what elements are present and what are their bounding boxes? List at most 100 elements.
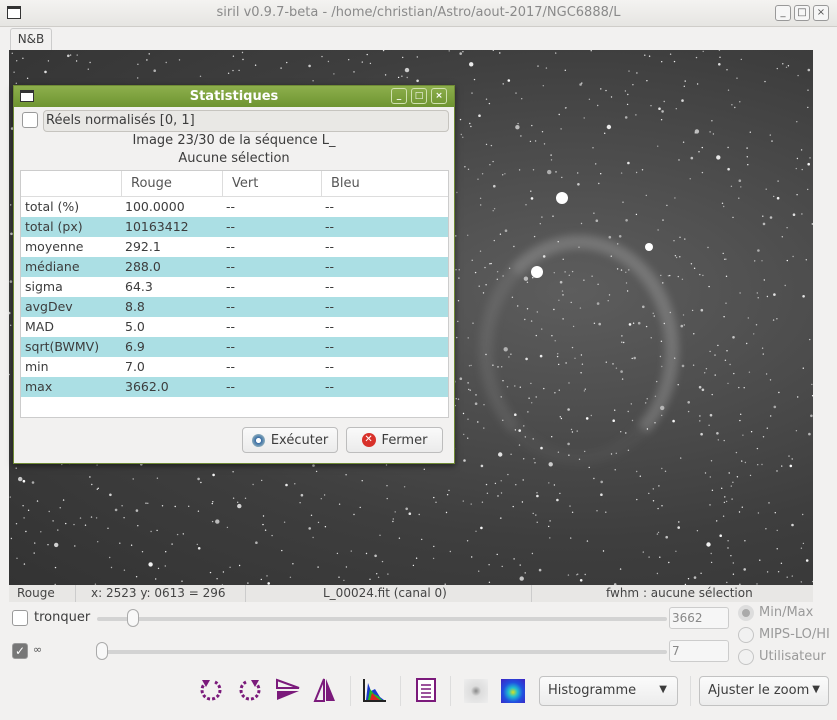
table-cell: -- xyxy=(226,199,236,214)
chevron-down-icon: ▼ xyxy=(812,684,820,695)
execute-button[interactable]: Exécuter xyxy=(242,427,338,453)
table-row: total (%) 100.0000 -- -- xyxy=(21,197,448,217)
zoom-select[interactable]: Ajuster le zoom ▼ xyxy=(699,676,829,706)
false-color-icon[interactable] xyxy=(501,679,525,703)
low-slider-knob[interactable] xyxy=(96,642,108,660)
column-header[interactable]: Bleu xyxy=(331,176,360,191)
table-row: max 3662.0 -- -- xyxy=(21,377,448,397)
chevron-down-icon: ▼ xyxy=(659,684,667,695)
table-cell: -- xyxy=(325,319,335,334)
table-row: moyenne 292.1 -- -- xyxy=(21,237,448,257)
close-button[interactable]: × xyxy=(813,5,829,21)
image-info: Image 23/30 de la séquence L_ xyxy=(132,133,336,148)
radio-mips-label: MIPS-LO/HI xyxy=(759,627,830,642)
table-cell: avgDev xyxy=(25,299,73,314)
histogram-icon[interactable] xyxy=(362,677,388,703)
grayscale-colormap-icon[interactable] xyxy=(464,679,488,703)
table-cell: 64.3 xyxy=(125,279,153,294)
status-fwhm: fwhm : aucune sélection xyxy=(606,586,753,600)
minimize-button[interactable]: _ xyxy=(775,5,791,21)
radio-user[interactable] xyxy=(738,649,754,665)
table-cell: sqrt(BWMV) xyxy=(25,339,100,354)
table-cell: médiane xyxy=(25,259,80,274)
table-cell: -- xyxy=(226,279,236,294)
table-cell: 288.0 xyxy=(125,259,161,274)
mirror-x-icon[interactable] xyxy=(275,677,301,703)
table-row: médiane 288.0 -- -- xyxy=(21,257,448,277)
column-header[interactable]: Rouge xyxy=(131,176,172,191)
table-cell: -- xyxy=(325,219,335,234)
status-channel: Rouge xyxy=(17,586,55,600)
normalized-checkbox[interactable] xyxy=(22,112,38,128)
table-cell: min xyxy=(25,359,49,374)
table-cell: 6.9 xyxy=(125,339,145,354)
table-cell: -- xyxy=(226,379,236,394)
table-cell: moyenne xyxy=(25,239,84,254)
mirror-y-icon[interactable] xyxy=(312,677,338,703)
status-file: L_00024.fit (canal 0) xyxy=(323,586,447,600)
image-info-icon[interactable] xyxy=(413,677,439,703)
table-cell: -- xyxy=(325,279,335,294)
maximize-button[interactable]: □ xyxy=(794,5,810,21)
table-row: total (px) 10163412 -- -- xyxy=(21,217,448,237)
tab-nb[interactable]: N&B xyxy=(10,28,52,50)
table-cell: 3662.0 xyxy=(125,379,169,394)
execute-icon xyxy=(251,433,265,447)
table-cell: -- xyxy=(226,359,236,374)
radio-minmax-label: Min/Max xyxy=(759,605,814,620)
table-row: MAD 5.0 -- -- xyxy=(21,317,448,337)
high-slider-knob[interactable] xyxy=(127,609,139,627)
link-icon: ∞ xyxy=(33,643,43,656)
table-cell: 292.1 xyxy=(125,239,161,254)
execute-label: Exécuter xyxy=(270,432,329,448)
tronquer-checkbox[interactable] xyxy=(12,610,28,626)
table-cell: -- xyxy=(226,299,236,314)
table-cell: MAD xyxy=(25,319,54,334)
close-dialog-button[interactable]: ✕ Fermer xyxy=(346,427,443,453)
dialog-title: Statistiques xyxy=(189,89,279,104)
low-slider[interactable] xyxy=(97,650,667,654)
tronquer-label: tronquer xyxy=(34,610,91,625)
table-cell: -- xyxy=(226,339,236,354)
close-label: Fermer xyxy=(381,432,428,448)
normalized-label[interactable]: Réels normalisés [0, 1] xyxy=(43,110,449,132)
table-cell: -- xyxy=(226,239,236,254)
radio-mips[interactable] xyxy=(738,627,754,643)
dialog-maximize-button[interactable]: □ xyxy=(411,88,427,104)
close-icon: ✕ xyxy=(361,433,376,447)
dialog-app-icon xyxy=(20,90,34,102)
table-row: sqrt(BWMV) 6.9 -- -- xyxy=(21,337,448,357)
low-value-input[interactable]: 7 xyxy=(669,640,729,662)
radio-minmax[interactable] xyxy=(738,605,754,621)
table-cell: total (px) xyxy=(25,219,83,234)
high-slider[interactable] xyxy=(97,617,667,621)
statistics-dialog: Statistiques _ □ × Réels normalisés [0, … xyxy=(13,85,455,464)
table-cell: -- xyxy=(325,199,335,214)
selection-info: Aucune sélection xyxy=(178,151,290,166)
zoom-value: Ajuster le zoom xyxy=(708,683,810,698)
high-value-input[interactable]: 3662 xyxy=(669,607,729,629)
status-coords: x: 2523 y: 0613 = 296 xyxy=(91,586,226,600)
status-bar: Rouge x: 2523 y: 0613 = 296 L_00024.fit … xyxy=(9,585,813,602)
table-cell: sigma xyxy=(25,279,63,294)
column-header[interactable]: Vert xyxy=(232,176,258,191)
rotate-left-icon[interactable] xyxy=(198,677,224,703)
table-cell: -- xyxy=(325,379,335,394)
display-mode-select[interactable]: Histogramme ▼ xyxy=(539,676,678,706)
table-cell: -- xyxy=(325,359,335,374)
table-cell: -- xyxy=(325,239,335,254)
dialog-title-bar: Statistiques _ □ × xyxy=(14,86,454,107)
table-cell: -- xyxy=(226,219,236,234)
table-cell: 7.0 xyxy=(125,359,145,374)
table-header: Rouge Vert Bleu xyxy=(21,171,448,197)
link-checkbox[interactable]: ✓ xyxy=(12,643,28,659)
table-cell: -- xyxy=(325,299,335,314)
table-cell: 5.0 xyxy=(125,319,145,334)
table-cell: -- xyxy=(325,259,335,274)
dialog-minimize-button[interactable]: _ xyxy=(391,88,407,104)
table-cell: total (%) xyxy=(25,199,80,214)
window-title: siril v0.9.7-beta - /home/christian/Astr… xyxy=(216,5,621,20)
dialog-close-button[interactable]: × xyxy=(431,88,447,104)
table-cell: -- xyxy=(325,339,335,354)
rotate-right-icon[interactable] xyxy=(237,677,263,703)
